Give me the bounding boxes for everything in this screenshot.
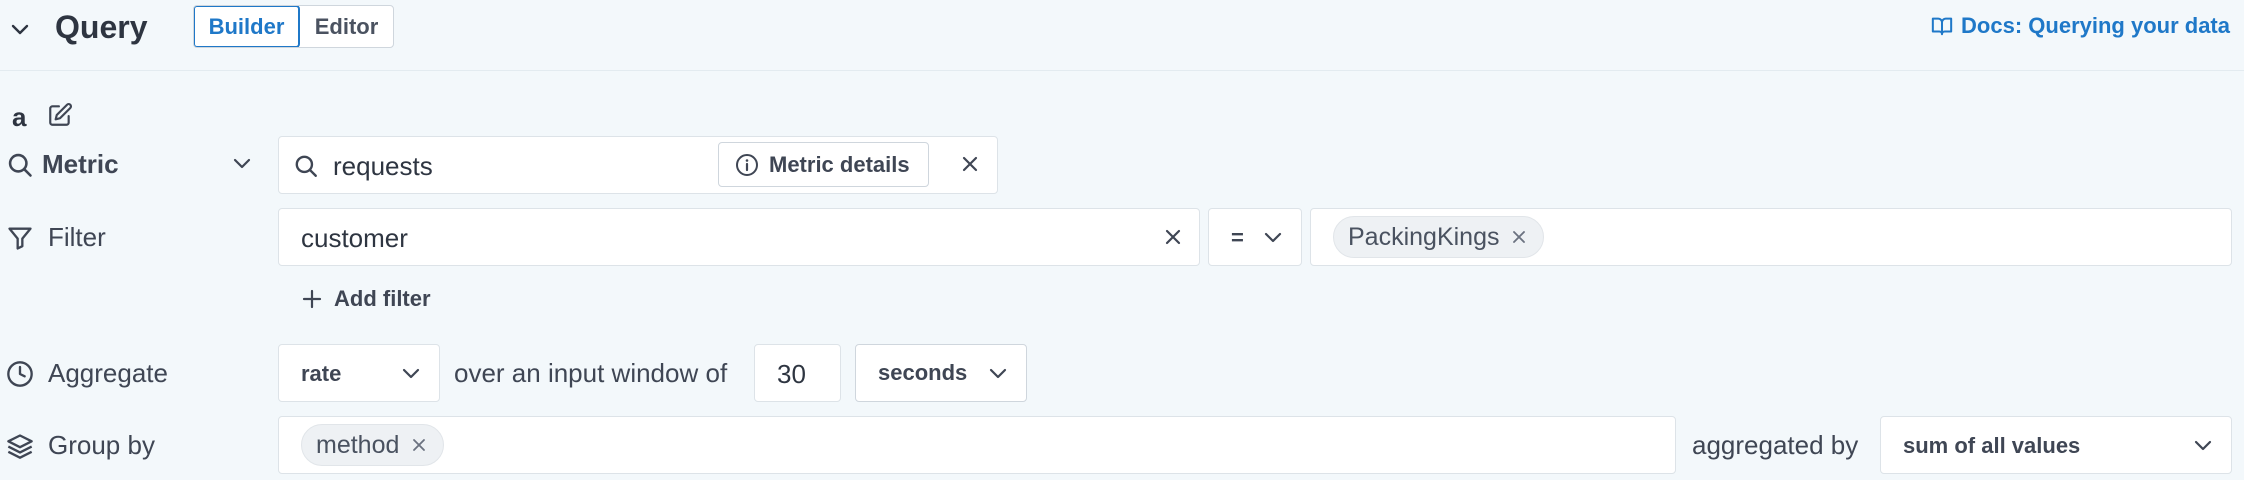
filter-value-chip: PackingKings — [1333, 216, 1545, 258]
layers-icon — [6, 432, 34, 460]
metric-label: Metric — [42, 149, 119, 179]
add-filter-label: Add filter — [334, 286, 431, 311]
search-icon — [6, 151, 34, 179]
chevron-down-icon — [986, 362, 1010, 386]
filter-key-value: customer — [301, 223, 408, 253]
window-text: over an input window of — [454, 358, 728, 388]
chevron-down-icon — [399, 362, 423, 386]
metric-details-button[interactable]: Metric details — [718, 142, 929, 187]
filter-operator-select[interactable]: = — [1208, 208, 1302, 266]
group-by-row-label: Group by — [6, 430, 155, 461]
aggregate-function-value: rate — [301, 361, 342, 386]
chevron-down-icon[interactable] — [230, 152, 254, 176]
close-icon[interactable] — [409, 435, 429, 455]
page-title: Query — [55, 9, 148, 45]
plus-icon — [300, 287, 324, 311]
filter-label: Filter — [48, 222, 106, 252]
aggregate-function-select[interactable]: rate — [278, 344, 440, 402]
metric-details-label: Metric details — [769, 151, 910, 177]
filter-key-input[interactable]: customer — [278, 208, 1200, 266]
aggregation-select[interactable]: sum of all values — [1880, 416, 2232, 474]
group-by-chip: method — [301, 424, 445, 466]
book-icon — [1931, 15, 1953, 37]
info-icon — [735, 153, 759, 177]
edit-icon[interactable] — [47, 102, 73, 128]
filter-value-text: PackingKings — [1348, 222, 1500, 251]
query-name: a — [12, 102, 27, 132]
group-by-label: Group by — [48, 430, 155, 460]
window-unit-value: seconds — [878, 360, 968, 385]
builder-mode-button[interactable]: Builder — [194, 6, 300, 47]
close-icon[interactable] — [1161, 225, 1185, 249]
close-icon[interactable] — [1509, 227, 1529, 247]
group-by-tag-text: method — [316, 430, 400, 459]
metric-selector[interactable]: Metric — [6, 149, 119, 180]
chevron-down-icon[interactable] — [8, 18, 32, 42]
chevron-down-icon — [1261, 226, 1285, 250]
editor-mode-button[interactable]: Editor — [300, 6, 393, 47]
filter-row-label: Filter — [6, 222, 106, 253]
aggregation-value: sum of all values — [1903, 433, 2081, 458]
mode-toggle: Builder Editor — [193, 5, 394, 48]
docs-link-label: Docs: Querying your data — [1961, 13, 2230, 38]
search-icon — [293, 153, 319, 179]
close-icon[interactable] — [958, 152, 982, 176]
docs-link[interactable]: Docs: Querying your data — [1931, 11, 2230, 41]
add-filter-button[interactable]: Add filter — [300, 286, 431, 312]
filter-values-input[interactable]: PackingKings — [1310, 208, 2232, 266]
window-value-input[interactable]: 30 — [754, 344, 841, 402]
clock-icon — [6, 360, 34, 388]
group-by-input[interactable]: method — [278, 416, 1676, 474]
filter-icon — [6, 224, 34, 252]
aggregate-label: Aggregate — [48, 358, 168, 388]
operator-value: = — [1231, 225, 1244, 250]
metric-value: requests — [333, 151, 433, 181]
aggregated-by-text: aggregated by — [1692, 430, 1859, 460]
window-unit-select[interactable]: seconds — [855, 344, 1027, 402]
window-value: 30 — [777, 359, 806, 389]
chevron-down-icon — [2191, 434, 2215, 458]
query-header: Query Builder Editor Docs: Querying your… — [0, 0, 2244, 71]
aggregate-row-label: Aggregate — [6, 358, 168, 389]
